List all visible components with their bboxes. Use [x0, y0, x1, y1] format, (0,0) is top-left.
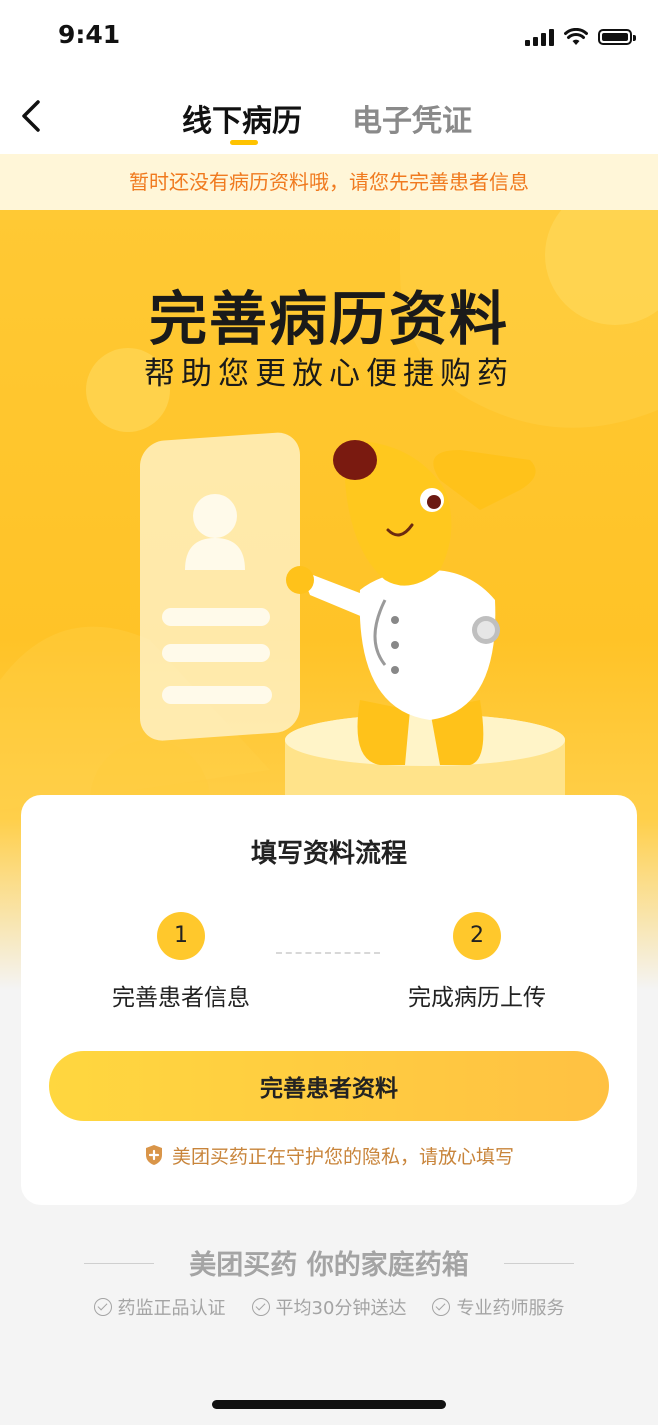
complete-patient-info-button[interactable]: 完善患者资料 — [49, 1051, 609, 1121]
feature-label: 专业药师服务 — [456, 1298, 565, 1319]
slogan-divider-right — [504, 1263, 574, 1264]
process-card-title: 填写资料流程 — [250, 839, 407, 869]
notice-banner: 暂时还没有病历资料哦，请您先完善患者信息 — [0, 154, 658, 210]
privacy-text: 美团买药正在守护您的隐私，请放心填写 — [171, 1146, 514, 1168]
feature-label: 药监正品认证 — [117, 1298, 226, 1319]
tab-active-indicator — [230, 140, 258, 145]
step-1-label: 完善患者信息 — [112, 985, 250, 1011]
step-connector — [276, 952, 380, 954]
check-circle-icon — [251, 1298, 270, 1316]
step-2-badge: 2 — [453, 912, 501, 960]
tab-electronic-voucher[interactable]: 电子凭证 — [352, 96, 472, 140]
status-time: 9:41 — [58, 20, 121, 49]
feature-label: 平均30分钟送达 — [275, 1298, 407, 1319]
shield-icon — [145, 1145, 162, 1165]
privacy-notice: 美团买药正在守护您的隐私，请放心填写 — [21, 1142, 637, 1169]
feature-item: 平均30分钟送达 — [251, 1294, 407, 1320]
check-circle-icon — [432, 1298, 451, 1316]
process-card: 填写资料流程 1 完善患者信息 2 完成病历上传 完善患者资料 美团买药正在守护… — [21, 795, 637, 1205]
status-bar: 9:41 — [0, 0, 658, 78]
nav-bar: 线下病历 电子凭证 — [0, 78, 658, 154]
chevron-left-icon[interactable] — [16, 96, 46, 136]
status-icons — [525, 28, 636, 46]
signal-icon — [525, 28, 554, 46]
check-circle-icon — [93, 1298, 112, 1316]
feature-item: 专业药师服务 — [432, 1294, 564, 1320]
hero-subtitle: 帮助您更放心便捷购药 — [144, 356, 514, 392]
step-1-badge: 1 — [157, 912, 205, 960]
hero-title: 完善病历资料 — [148, 285, 509, 353]
feature-item: 药监正品认证 — [93, 1294, 226, 1320]
step-2-label: 完成病历上传 — [408, 985, 546, 1011]
home-indicator[interactable] — [212, 1400, 446, 1409]
battery-icon — [598, 29, 636, 45]
tab-offline-records[interactable]: 线下病历 — [182, 96, 302, 140]
feature-list: 药监正品认证 平均30分钟送达 专业药师服务 — [0, 1294, 658, 1320]
wifi-icon — [564, 28, 588, 45]
